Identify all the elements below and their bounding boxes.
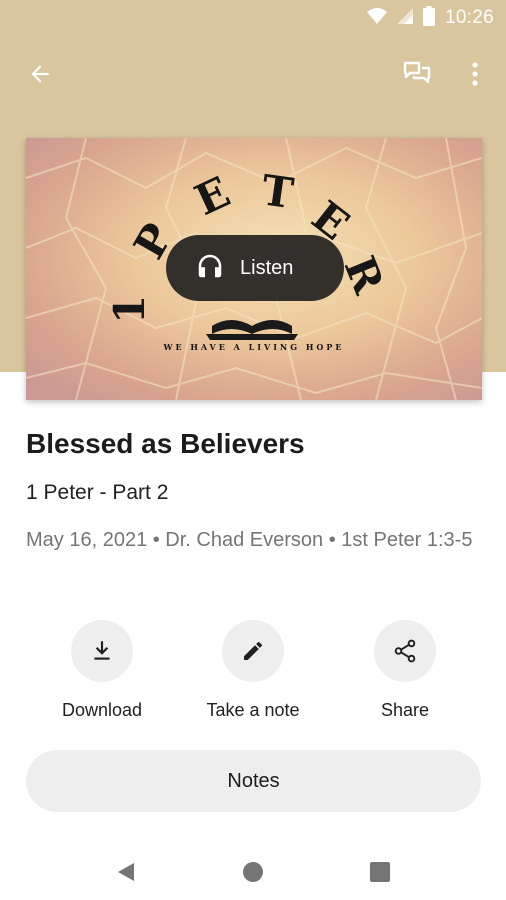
sermon-title: Blessed as Believers (26, 428, 305, 459)
more-vert-icon[interactable] (451, 50, 499, 98)
status-bar: 10:26 (0, 0, 506, 36)
artwork-tagline: WE HAVE A LIVING HOPE (162, 342, 344, 352)
pencil-icon (222, 620, 284, 682)
system-nav-bar (0, 840, 506, 900)
notes-label: Notes (227, 769, 280, 792)
battery-icon (422, 5, 435, 31)
nav-recents-icon[interactable] (358, 850, 402, 894)
sermon-series: 1 Peter - Part 2 (26, 481, 169, 504)
sermon-meta: May 16, 2021 • Dr. Chad Everson • 1st Pe… (26, 529, 473, 551)
take-note-label: Take a note (206, 700, 300, 720)
status-time: 10:26 (444, 7, 494, 28)
listen-button[interactable]: Listen (166, 235, 344, 301)
chat-icon[interactable] (393, 50, 441, 98)
share-button[interactable]: Share (325, 620, 485, 721)
svg-text:1: 1 (105, 295, 154, 324)
download-icon (71, 620, 133, 682)
listen-label: Listen (240, 256, 294, 279)
download-button[interactable]: Download (22, 620, 182, 721)
download-label: Download (61, 700, 143, 720)
wifi-icon (366, 7, 387, 30)
back-arrow-icon[interactable] (16, 50, 64, 98)
nav-home-icon[interactable] (231, 850, 275, 894)
share-label: Share (380, 700, 430, 720)
headphones-icon (194, 251, 226, 286)
share-icon (374, 620, 436, 682)
take-note-button[interactable]: Take a note (173, 620, 333, 721)
signal-icon (396, 7, 413, 30)
notes-button[interactable]: Notes (26, 750, 481, 812)
app-bar (0, 50, 506, 98)
nav-back-icon[interactable] (104, 850, 148, 894)
